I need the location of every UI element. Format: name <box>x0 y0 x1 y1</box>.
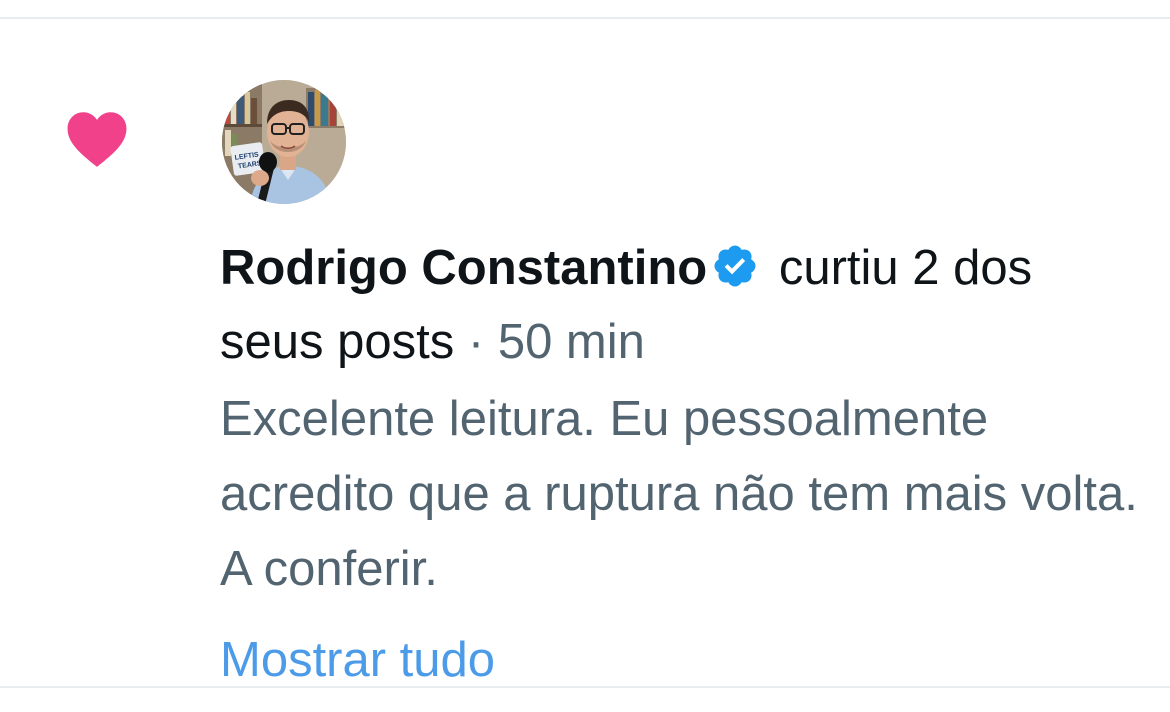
verified-badge-icon <box>714 245 756 287</box>
heart-icon <box>67 112 127 167</box>
bottom-divider <box>0 686 1170 688</box>
notification-headline: Rodrigo Constantino curtiu 2 dos seus po… <box>220 231 1140 379</box>
timestamp[interactable]: 50 min <box>498 315 645 369</box>
avatar[interactable]: LEFTIS TEARS <box>222 80 346 204</box>
separator-dot: · <box>467 315 485 369</box>
post-snippet[interactable]: Excelente leitura. Eu pessoalmente acred… <box>220 382 1140 607</box>
author-name[interactable]: Rodrigo Constantino <box>220 241 707 295</box>
notification-content: Rodrigo Constantino curtiu 2 dos seus po… <box>220 231 1140 695</box>
like-notification[interactable]: LEFTIS TEARS Rodrigo Constantino curtiu … <box>0 19 1170 687</box>
show-more-link[interactable]: Mostrar tudo <box>220 625 495 695</box>
